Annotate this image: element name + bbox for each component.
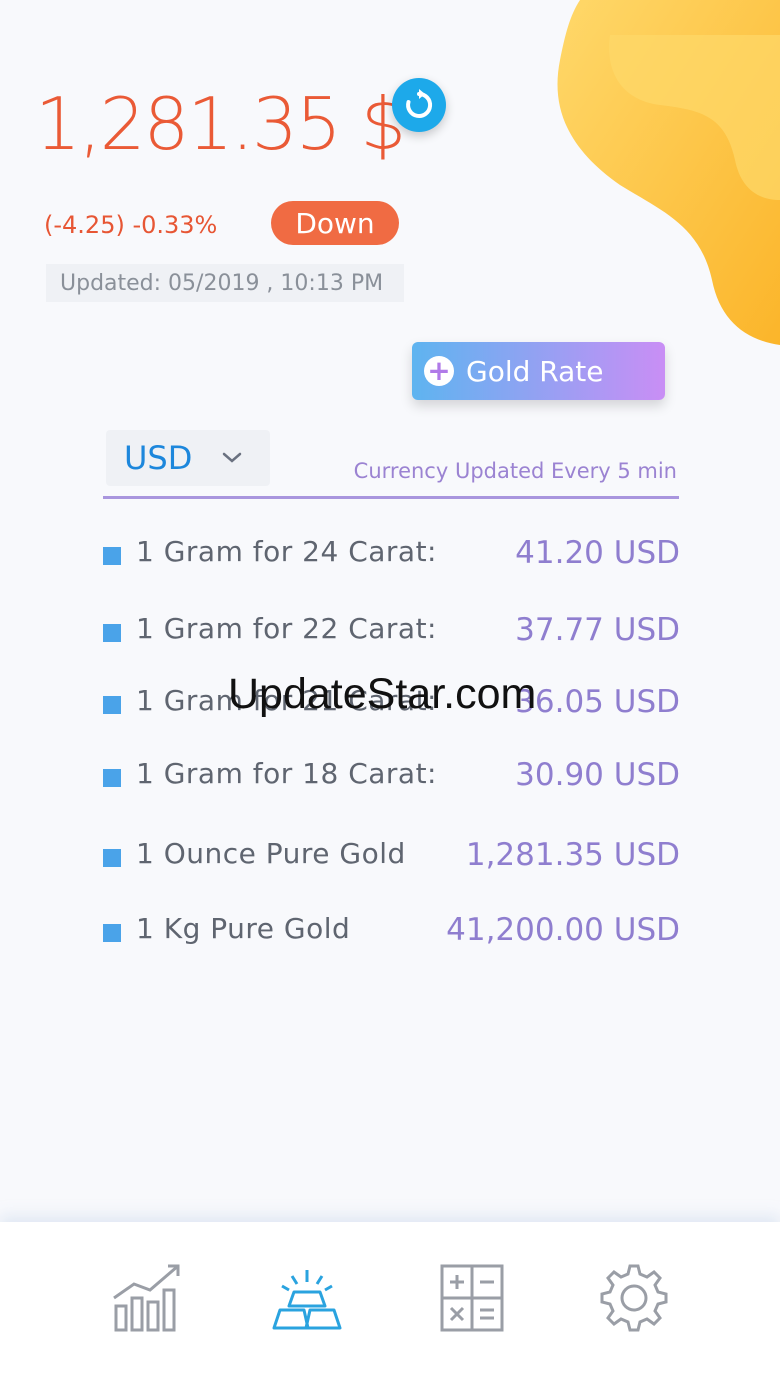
rate-label: 1 Ounce Pure Gold	[136, 837, 406, 870]
rate-label: 1 Gram for 18 Carat:	[136, 757, 437, 790]
gold-rate-label: Gold Rate	[466, 354, 604, 388]
rate-label: 1 Gram for 24 Carat:	[136, 535, 437, 568]
gold-rate-button[interactable]: + Gold Rate	[412, 342, 665, 400]
rate-value: 41.20 USD	[515, 535, 680, 571]
tab-gold-rates[interactable]	[270, 1262, 346, 1334]
chart-icon	[113, 1264, 180, 1332]
currency-selected-value: USD	[124, 439, 193, 477]
rate-row: 1 Ounce Pure Gold 1,281.35 USD	[103, 837, 680, 877]
rate-value: 37.77 USD	[515, 612, 680, 648]
rate-value: 1,281.35 USD	[465, 837, 680, 873]
trend-badge: Down	[271, 201, 399, 245]
rate-value: 41,200.00 USD	[446, 912, 680, 948]
chevron-down-icon	[223, 452, 242, 463]
bullet-icon	[103, 624, 121, 642]
refresh-button[interactable]	[392, 78, 446, 132]
gold-bars-icon	[272, 1270, 342, 1330]
bullet-icon	[103, 849, 121, 867]
rate-label: 1 Kg Pure Gold	[136, 912, 351, 945]
rate-value: 36.05 USD	[515, 684, 680, 720]
divider	[103, 496, 679, 499]
calculator-icon	[440, 1264, 504, 1332]
rate-value: 30.90 USD	[515, 757, 680, 793]
updated-timestamp: Updated: 05/2019 , 10:13 PM	[46, 264, 404, 302]
bullet-icon	[103, 769, 121, 787]
tab-settings[interactable]	[598, 1262, 674, 1334]
bullet-icon	[103, 696, 121, 714]
rate-row: 1 Gram for 24 Carat: 41.20 USD	[103, 535, 680, 575]
plus-icon: +	[424, 356, 454, 386]
gear-icon	[600, 1264, 668, 1332]
bullet-icon	[103, 547, 121, 565]
decorative-gold-blob	[557, 0, 780, 345]
currency-select[interactable]: USD	[106, 430, 270, 486]
currency-update-note: Currency Updated Every 5 min	[353, 459, 677, 483]
price-change: (-4.25) -0.33%	[44, 211, 218, 239]
tab-chart[interactable]	[108, 1262, 184, 1334]
rate-row: 1 Kg Pure Gold 41,200.00 USD	[103, 912, 680, 952]
rate-row: 1 Gram for 18 Carat: 30.90 USD	[103, 757, 680, 797]
rate-row: 1 Gram for 22 Carat: 37.77 USD	[103, 612, 680, 652]
rate-label: 1 Gram for 22 Carat:	[136, 612, 437, 645]
refresh-icon	[406, 89, 433, 118]
watermark: UpdateStar.com	[228, 670, 537, 718]
tab-calculator[interactable]	[436, 1262, 512, 1334]
bullet-icon	[103, 924, 121, 942]
gold-price: 1,281.35 $	[35, 82, 406, 166]
